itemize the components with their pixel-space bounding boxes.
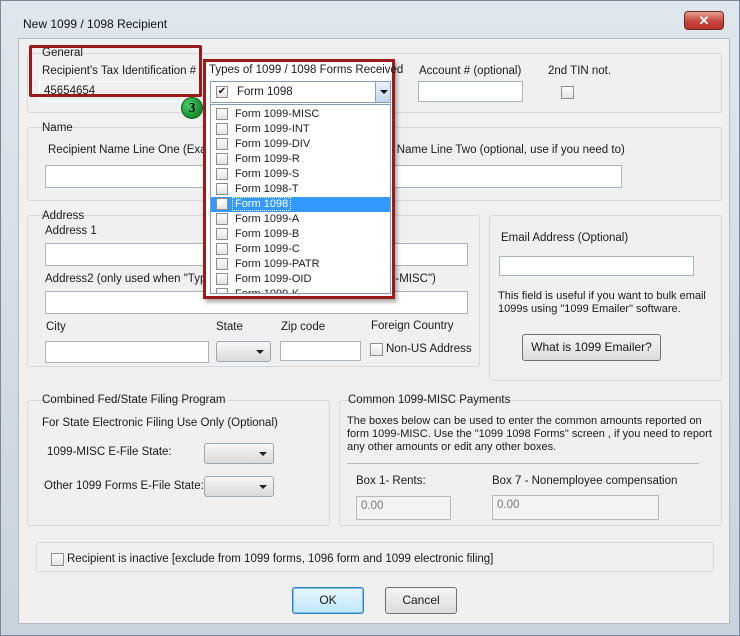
form-checkbox[interactable] (216, 213, 228, 225)
account-label: Account # (optional) (419, 65, 522, 77)
name-group-label: Name (42, 122, 73, 134)
form-item-label: Form 1099-R (235, 153, 300, 165)
form-checkbox[interactable] (216, 228, 228, 240)
address-group-label: Address (42, 210, 85, 222)
non-us-checkbox[interactable] (370, 343, 383, 356)
forms-dropdown-highlight: Types of 1099 / 1098 Forms Received ✔ Fo… (203, 59, 403, 299)
inactive-checkbox[interactable] (51, 553, 64, 566)
form-checkbox[interactable] (216, 138, 228, 150)
forms-label: Types of 1099 / 1098 Forms Received (209, 64, 404, 76)
chevron-down-icon[interactable] (375, 82, 390, 102)
title-bar[interactable]: New 1099 / 1098 Recipient ✕ (1, 1, 739, 35)
ok-button[interactable]: OK (292, 587, 364, 614)
non-us-label: Non-US Address (386, 343, 472, 355)
email-label: Email Address (Optional) (501, 232, 629, 244)
misc-divider (347, 463, 699, 464)
box7-label: Box 7 - Nonemployee compensation (492, 475, 678, 487)
forms-dropdown-list: Form 1099-MISC Form 1099-INT Form 1099-DIV… (210, 104, 391, 294)
email-field[interactable] (499, 256, 694, 276)
form-item-label: Form 1098-T (235, 183, 299, 195)
form-checkbox[interactable] (216, 123, 228, 135)
form-item-label: Form 1099-C (235, 243, 300, 255)
forms-dropdown-item[interactable]: Form 1099-B (211, 227, 390, 242)
chevron-down-icon (259, 485, 267, 489)
second-tin-checkbox[interactable] (561, 86, 574, 99)
second-tin-label: 2nd TIN not. (548, 65, 612, 77)
box1-field[interactable]: 0.00 (356, 496, 451, 520)
zip-label: Zip code (281, 321, 326, 333)
forms-dropdown-item[interactable]: Form 1099-PATR (211, 257, 390, 272)
forms-dropdown-item[interactable]: Form 1099-INT (211, 122, 390, 137)
step-badge: 3 (181, 97, 203, 119)
city-field[interactable] (45, 341, 209, 363)
forms-dropdown-item[interactable]: Form 1099-S (211, 167, 390, 182)
forms-dropdown-item[interactable]: Form 1099-DIV (211, 137, 390, 152)
form-item-label: Form 1099-MISC (235, 108, 320, 120)
form-checkbox[interactable] (216, 288, 228, 293)
fed-state-group-label: Combined Fed/State Filing Program (42, 394, 226, 406)
foreign-country-label: Foreign Country (371, 320, 454, 332)
inactive-label: Recipient is inactive [exclude from 1099… (67, 553, 494, 565)
cancel-button[interactable]: Cancel (385, 587, 457, 614)
box7-field[interactable]: 0.00 (492, 495, 659, 520)
form-checkbox[interactable] (216, 168, 228, 180)
form-item-label: Form 1099-A (235, 213, 300, 225)
fed-state-subtitle: For State Electronic Filing Use Only (Op… (42, 417, 278, 429)
tin-highlight-box (29, 45, 202, 97)
state-label: State (216, 321, 243, 333)
other-efile-state-label: Other 1099 Forms E-File State: (44, 480, 204, 492)
form-item-label: Form 1098 (231, 197, 292, 211)
form-checkbox[interactable]: ✔ (216, 198, 228, 210)
forms-combo[interactable]: ✔ Form 1098 (210, 81, 391, 103)
address1-label: Address 1 (45, 225, 97, 237)
form-item-label: Form 1099-OID (235, 273, 312, 285)
window-title: New 1099 / 1098 Recipient (23, 17, 168, 31)
form-checkbox[interactable] (216, 108, 228, 120)
address2-label-tail: 9-MISC") (389, 273, 436, 285)
forms-dropdown-item[interactable]: ✔ Form 1098 (211, 197, 390, 212)
misc-payments-description: The boxes below can be used to enter the… (347, 415, 712, 453)
form-item-label: Form 1099-INT (235, 123, 310, 135)
form-item-label: Form 1099-B (235, 228, 300, 240)
form-checkbox[interactable] (216, 258, 228, 270)
name-line-two-label: nt Name Line Two (optional, use if you n… (384, 144, 625, 156)
name-line-one-field[interactable] (45, 165, 215, 188)
city-label: City (46, 321, 66, 333)
form-checkbox[interactable] (216, 243, 228, 255)
chevron-down-icon (256, 350, 264, 354)
form-checkbox[interactable] (216, 183, 228, 195)
misc-efile-state-label: 1099-MISC E-File State: (47, 446, 172, 458)
misc-efile-state-select[interactable] (204, 443, 274, 464)
misc-payments-group-label: Common 1099-MISC Payments (348, 394, 511, 406)
form-checkbox[interactable] (216, 153, 228, 165)
forms-dropdown-item[interactable]: Form 1098-T (211, 182, 390, 197)
close-button[interactable]: ✕ (684, 11, 724, 30)
forms-dropdown-item[interactable]: Form 1099-C (211, 242, 390, 257)
zip-field[interactable] (280, 341, 361, 361)
forms-dropdown-item[interactable]: Form 1099-R (211, 152, 390, 167)
form-item-label: Form 1099-S (235, 168, 300, 180)
forms-combo-value: Form 1098 (237, 86, 293, 98)
address2-label: Address2 (only used when "Type (45, 273, 213, 285)
name-line-one-label: Recipient Name Line One (Exampl (48, 144, 226, 156)
what-is-emailer-button[interactable]: What is 1099 Emailer? (522, 334, 661, 361)
form-item-label: Form 1099-PATR (235, 258, 320, 270)
chevron-down-icon (259, 452, 267, 456)
form-checkbox[interactable] (216, 273, 228, 285)
state-select[interactable] (216, 341, 271, 362)
forms-dropdown-item[interactable]: Form 1099-MISC (211, 107, 390, 122)
name-line-two-field[interactable] (384, 165, 622, 188)
form-item-label: Form 1099-K (235, 288, 300, 294)
forms-dropdown-item[interactable]: Form 1099-OID (211, 272, 390, 287)
email-help-text: This field is useful if you want to bulk… (498, 290, 706, 315)
account-field[interactable] (418, 81, 523, 102)
other-efile-state-select[interactable] (204, 476, 274, 497)
forms-combo-checkbox: ✔ (216, 86, 228, 98)
dialog-window: New 1099 / 1098 Recipient ✕ General Reci… (0, 0, 740, 636)
form-item-label: Form 1099-DIV (235, 138, 311, 150)
box1-label: Box 1- Rents: (356, 475, 426, 487)
forms-dropdown-item[interactable]: Form 1099-A (211, 212, 390, 227)
forms-dropdown-item[interactable]: Form 1099-K (211, 287, 390, 294)
